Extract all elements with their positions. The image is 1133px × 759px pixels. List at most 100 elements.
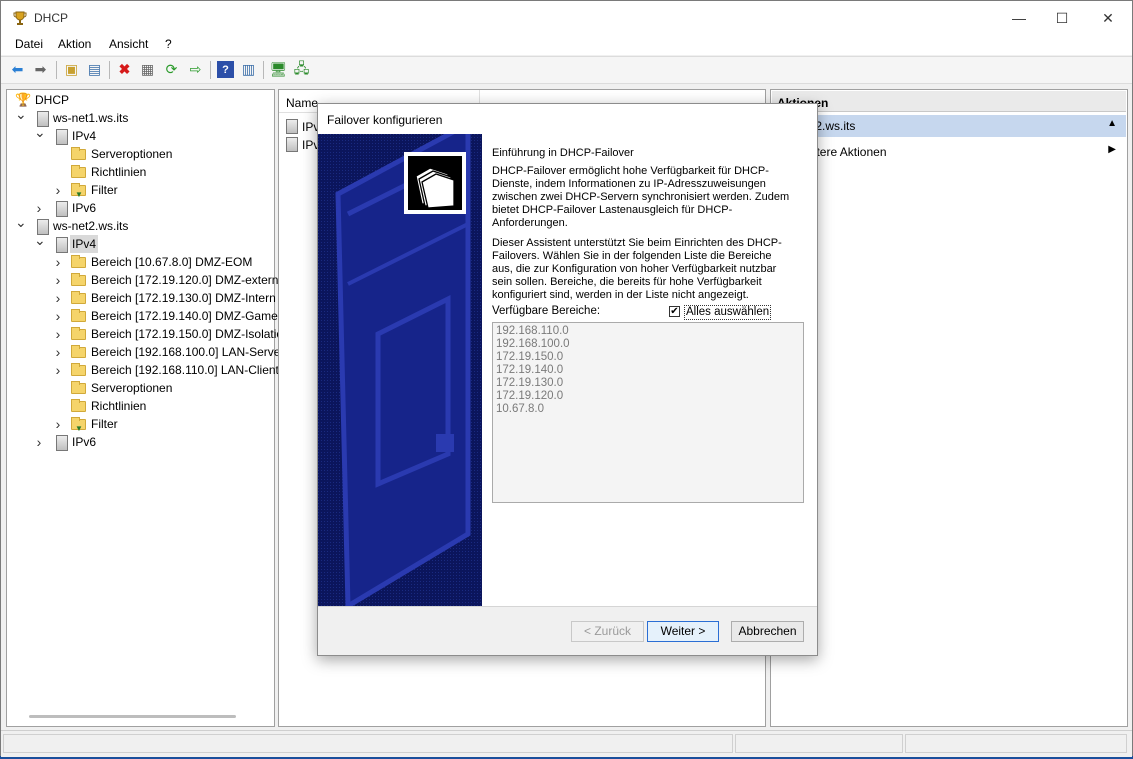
trophy-icon [13, 11, 27, 25]
close-button[interactable]: ✕ [1085, 1, 1131, 35]
chevron-right-icon[interactable]: › [53, 415, 63, 433]
next-button[interactable]: Weiter > [647, 621, 719, 642]
ipv6-icon [286, 137, 298, 152]
tree-item-label: Bereich [192.168.100.0] LAN-Server [91, 345, 285, 359]
tree-item-label: Serveroptionen [91, 147, 173, 161]
list-item[interactable]: 10.67.8.0 [496, 403, 800, 416]
help-icon[interactable]: ? [217, 61, 234, 78]
list-item[interactable]: 172.19.140.0 [496, 364, 800, 377]
folder-icon [71, 273, 86, 286]
filter-icon: ▼ [71, 183, 86, 199]
menu-aktion[interactable]: Aktion [58, 37, 91, 51]
chevron-right-icon[interactable]: › [53, 307, 63, 325]
minimize-button[interactable]: — [996, 1, 1042, 35]
tree-item-label: IPv6 [72, 435, 97, 449]
tree-item-label: Richtlinien [91, 165, 147, 179]
tree-item-label: IPv6 [72, 201, 97, 215]
tree-item-label: Serveroptionen [91, 381, 173, 395]
forward-arrow-icon[interactable]: ➡ [32, 61, 49, 78]
ipv4-icon [286, 119, 298, 134]
list-item[interactable]: 192.168.110.0 [496, 325, 800, 338]
dialog-heading: Einführung in DHCP-Failover [492, 147, 634, 159]
ipv4-icon [56, 237, 68, 253]
chevron-right-icon[interactable]: › [53, 289, 63, 307]
folder-icon [71, 255, 86, 268]
list-item[interactable]: 172.19.120.0 [496, 390, 800, 403]
back-arrow-icon[interactable]: ⬅ [9, 61, 26, 78]
tree-item-label: Bereich [172.19.130.0] DMZ-Intern [91, 291, 276, 305]
cancel-button[interactable]: Abbrechen [731, 621, 804, 642]
export-list-icon[interactable]: ⇨ [187, 61, 204, 78]
chevron-right-icon[interactable]: › [34, 199, 44, 217]
available-scopes-label: Verfügbare Bereiche: [492, 305, 601, 317]
folder-icon [71, 309, 86, 322]
scopes-listbox[interactable]: 192.168.110.0 192.168.100.0 172.19.150.0… [492, 322, 804, 503]
dialog-title-bar: Failover konfigurieren [318, 104, 817, 134]
server-options-icon [71, 147, 86, 160]
show-hide-tree-icon[interactable]: ▤ [86, 61, 103, 78]
dialog-intro-text: DHCP-Failover ermöglicht hohe Verfügbark… [492, 165, 790, 229]
folder-icon [71, 345, 86, 358]
menu-bar: Datei Aktion Ansicht ? [1, 35, 1132, 55]
column-header-name[interactable]: Name [286, 96, 318, 110]
chevron-right-icon[interactable]: › [53, 361, 63, 379]
server-monitor-icon[interactable]: 🖥 [270, 61, 288, 78]
collapse-up-icon[interactable]: ▲ [1107, 118, 1117, 129]
tree-item-label: ws-net2.ws.its [53, 219, 129, 233]
chevron-down-icon[interactable]: ⌄ [34, 125, 46, 139]
list-item[interactable]: 192.168.100.0 [496, 338, 800, 351]
horizontal-scrollbar[interactable] [29, 715, 236, 718]
tree-item-label: Bereich [172.19.140.0] DMZ-Game2 [91, 309, 285, 323]
status-bar [1, 730, 1132, 757]
tree-pane: 🏆 DHCP ⌄ ws-net1.ws.its ⌄ IPv4 Serveroptione… [6, 89, 290, 727]
chevron-right-icon[interactable]: › [53, 325, 63, 343]
server-graphic-icon [318, 134, 482, 606]
tree-item-label: Filter [91, 183, 118, 197]
menu-datei[interactable]: Datei [15, 37, 43, 51]
action-pane-icon[interactable]: ▥ [240, 61, 257, 78]
chevron-down-icon[interactable]: ⌄ [34, 233, 46, 247]
menu-ansicht[interactable]: Ansicht [109, 37, 148, 51]
delete-icon[interactable]: ✖ [116, 61, 133, 78]
select-all-checkbox[interactable]: ✔ [669, 306, 680, 317]
more-actions-item[interactable]: Weitere Aktionen ▶ [772, 141, 1126, 161]
list-item[interactable]: 172.19.130.0 [496, 377, 800, 390]
select-all-label[interactable]: Alles auswählen [684, 305, 772, 320]
actions-pane: Aktionen ws-net2.ws.its ▲ Weitere Aktion… [770, 89, 1128, 727]
chevron-down-icon[interactable]: ⌄ [15, 107, 27, 121]
tree-item-label: Bereich [172.19.120.0] DMZ-extern [91, 273, 279, 287]
chevron-right-icon[interactable]: › [53, 343, 63, 361]
server-options-icon [71, 381, 86, 394]
tree-item-label: Richtlinien [91, 399, 147, 413]
dialog-title: Failover konfigurieren [327, 113, 443, 127]
policies-icon [71, 165, 86, 178]
chevron-down-icon[interactable]: ⌄ [15, 215, 27, 229]
back-button[interactable]: < Zurück [571, 621, 644, 642]
tree-item-label: Bereich [10.67.8.0] DMZ-EOM [91, 255, 253, 269]
server-network-icon[interactable]: 🖧 [293, 60, 310, 78]
chevron-right-icon[interactable]: › [53, 181, 63, 199]
maximize-button[interactable]: ☐ [1039, 1, 1085, 35]
window-title: DHCP [34, 11, 69, 25]
ipv4-icon [56, 129, 68, 145]
list-item[interactable]: 172.19.150.0 [496, 351, 800, 364]
filter-icon: ▼ [71, 417, 86, 433]
menu-help[interactable]: ? [165, 37, 172, 51]
tree-item-label: Filter [91, 417, 118, 431]
chevron-right-icon[interactable]: › [53, 253, 63, 271]
refresh-icon[interactable]: ⟳ [163, 61, 180, 78]
actions-selected-item[interactable]: ws-net2.ws.its ▲ [772, 115, 1126, 137]
tree-item-label: ws-net1.ws.its [53, 111, 129, 125]
policies-icon [71, 399, 86, 412]
chevron-right-icon[interactable]: › [53, 271, 63, 289]
folder-icon [71, 327, 86, 340]
properties-icon[interactable]: ▦ [139, 61, 156, 78]
ipv6-icon [56, 435, 68, 451]
failover-dialog: Failover konfigurieren Einführung in DHC… [317, 103, 818, 656]
chevron-right-icon[interactable]: › [34, 433, 44, 451]
up-folder-icon[interactable]: ▣ [63, 61, 80, 78]
tree-item-label: Bereich [192.168.110.0] LAN-Client [91, 363, 279, 377]
folder-icon [71, 363, 86, 376]
toolbar: ⬅ ➡ ▣ ▤ ✖ ▦ ⟳ ⇨ ? ▥ 🖥 🖧 [1, 56, 1132, 84]
tree-item-label: IPv4 [72, 129, 97, 143]
